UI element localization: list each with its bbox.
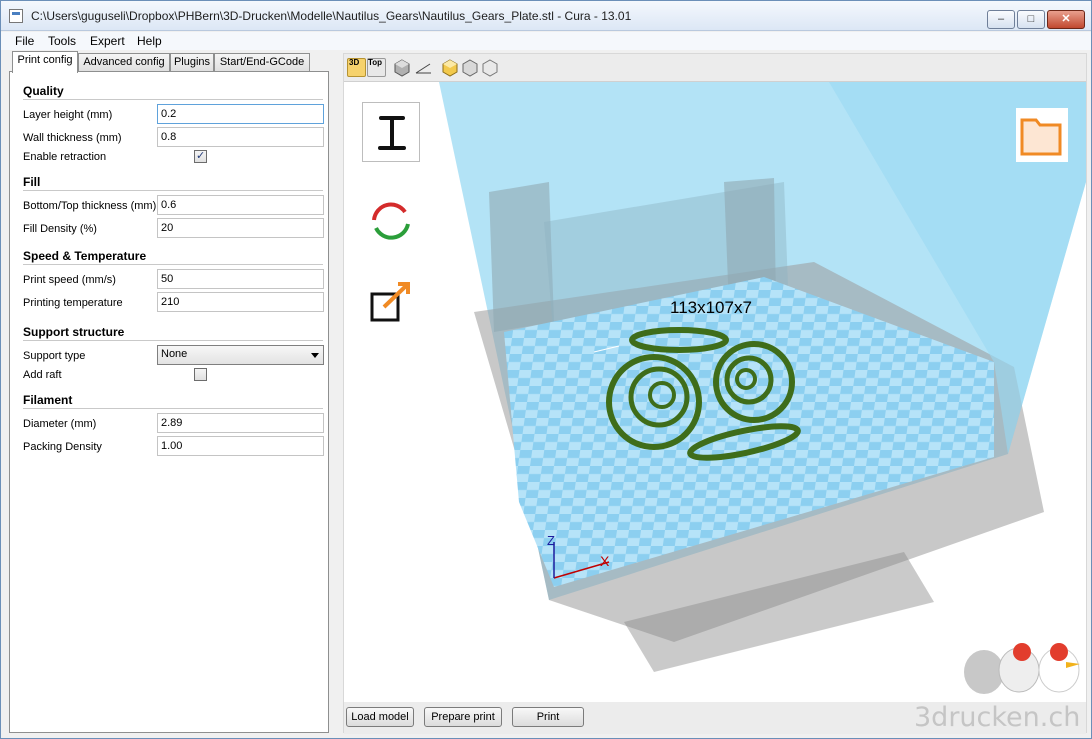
tab-advanced-config[interactable]: Advanced config [78, 53, 170, 72]
rotate-icon [372, 202, 410, 240]
section-speed-temperature: Speed & Temperature [23, 249, 147, 263]
open-file-button[interactable] [1016, 108, 1068, 162]
print-config-panel: Quality Layer height (mm) Wall thickness… [9, 71, 329, 733]
tab-plugins[interactable]: Plugins [170, 53, 214, 72]
tab-print-config[interactable]: Print config [12, 51, 78, 73]
cube-light-icon [482, 59, 498, 77]
divider [23, 264, 323, 265]
cura-window: C:\Users\guguseli\Dropbox\PHBern\3D-Druc… [0, 0, 1092, 739]
support-type-label: Support type [23, 350, 86, 362]
view-toolbar: 3D Top [344, 54, 1086, 82]
settings-pane: Print config Advanced config Plugins Sta… [9, 51, 329, 733]
retraction-checkbox[interactable] [194, 149, 207, 163]
bottom-top-thickness-input[interactable] [157, 195, 324, 215]
chevron-down-icon [311, 353, 319, 358]
load-model-button[interactable]: Load model [346, 707, 414, 727]
rotate-tool-button[interactable] [362, 190, 420, 250]
cube-yellow-icon [442, 59, 458, 77]
window-title: C:\Users\guguseli\Dropbox\PHBern\3D-Druc… [31, 9, 632, 23]
axis-z-label: Z [547, 533, 555, 548]
bottom-top-thickness-label: Bottom/Top thickness (mm) [23, 200, 157, 212]
diameter-input[interactable] [157, 413, 324, 433]
layer-height-input[interactable] [157, 104, 324, 124]
section-support: Support structure [23, 325, 125, 339]
printing-temperature-input[interactable] [157, 292, 324, 312]
add-raft-label: Add raft [23, 369, 62, 381]
maximize-button[interactable]: □ [1017, 10, 1045, 29]
minimize-button[interactable]: – [987, 10, 1015, 29]
support-type-value: None [161, 348, 188, 360]
build-volume-scene[interactable]: X Z 113x107x7 [344, 82, 1086, 702]
normal-view-icon[interactable] [393, 58, 412, 77]
view-3d-button[interactable]: 3D [347, 58, 366, 77]
title-bar: C:\Users\guguseli\Dropbox\PHBern\3D-Druc… [1, 1, 1091, 31]
folder-icon [1020, 118, 1062, 156]
menu-tools[interactable]: Tools [48, 34, 76, 48]
fill-density-label: Fill Density (%) [23, 223, 97, 235]
section-filament: Filament [23, 393, 73, 407]
scale-tool-button[interactable] [362, 274, 420, 334]
close-button[interactable]: ✕ [1047, 10, 1085, 29]
settings-tabs: Print config Advanced config Plugins Sta… [9, 51, 329, 73]
print-speed-label: Print speed (mm/s) [23, 274, 116, 286]
layer-view-icon[interactable] [441, 58, 460, 77]
menu-bar: File Tools Expert Help [1, 32, 1091, 50]
section-fill: Fill [23, 175, 41, 189]
cura-mascot-graphic [964, 643, 1080, 694]
model-dimensions: 113x107x7 [670, 298, 752, 317]
scale-icon [370, 282, 410, 322]
divider [23, 340, 323, 341]
wall-thickness-label: Wall thickness (mm) [23, 132, 122, 144]
retraction-label: Enable retraction [23, 151, 107, 163]
3d-viewport[interactable]: 3D Top X Z 113x107x7 Load model Prepare … [343, 53, 1087, 734]
packing-density-input[interactable] [157, 436, 324, 456]
overhang-view-icon[interactable] [414, 58, 433, 77]
move-tool-button[interactable] [362, 102, 420, 162]
wall-thickness-input[interactable] [157, 127, 324, 147]
printing-temperature-label: Printing temperature [23, 297, 123, 309]
prepare-print-button[interactable]: Prepare print [424, 707, 502, 727]
cube-outline-icon [462, 59, 478, 77]
transparent-view-icon[interactable] [481, 58, 500, 77]
packing-density-label: Packing Density [23, 441, 102, 453]
tab-start-end-gcode[interactable]: Start/End-GCode [214, 53, 310, 72]
divider [23, 190, 323, 191]
section-quality: Quality [23, 84, 64, 98]
view-top-button[interactable]: Top [367, 58, 386, 77]
cube-gray-icon [394, 59, 410, 77]
divider [23, 99, 323, 100]
layer-height-label: Layer height (mm) [23, 109, 113, 121]
axis-x-label: X [600, 553, 610, 569]
diameter-label: Diameter (mm) [23, 418, 97, 430]
divider [23, 408, 323, 409]
print-button[interactable]: Print [512, 707, 584, 727]
menu-expert[interactable]: Expert [90, 34, 125, 48]
fill-density-input[interactable] [157, 218, 324, 238]
angle-icon [415, 63, 431, 74]
pencil-i-icon [378, 116, 406, 150]
menu-help[interactable]: Help [137, 34, 162, 48]
watermark: 3drucken.ch [914, 702, 1081, 733]
build-volume-graphic: X Z [439, 82, 1086, 672]
print-speed-input[interactable] [157, 269, 324, 289]
add-raft-checkbox[interactable] [194, 368, 207, 381]
xray-view-icon[interactable] [461, 58, 480, 77]
support-type-select[interactable]: None [157, 345, 324, 365]
app-icon [9, 9, 23, 23]
menu-file[interactable]: File [15, 34, 34, 48]
